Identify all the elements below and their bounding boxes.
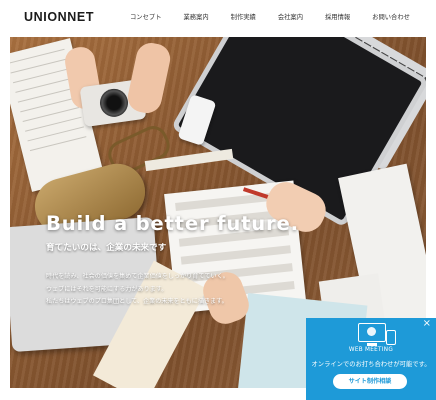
nav-contact[interactable]: お問い合わせ <box>372 12 410 21</box>
description-line: 時代を読み、社会の価値を集めて企業価値をしっかり育てていく。 <box>46 273 229 280</box>
site-header: UNIONNET コンセプト 業務案内 制作実績 会社案内 採用情報 お問い合わ… <box>0 0 436 34</box>
close-icon[interactable]: × <box>423 319 431 329</box>
description-line: ウェブにはそれを可能にする力があります。 <box>46 285 168 293</box>
phone-icon <box>386 330 396 345</box>
site-consultation-button[interactable]: サイト制作相談 <box>333 374 407 389</box>
description-line: 私たちはウェブのプロ集団として、企業の未来をともに描きます。 <box>46 298 228 305</box>
web-meeting-card: × WEB MEETING オンラインでのお打ち合わせが可能です。 サイト制作相… <box>306 318 436 400</box>
nav-company[interactable]: 会社案内 <box>278 12 303 21</box>
web-meeting-label: WEB MEETING <box>348 347 394 353</box>
web-meeting-text: オンラインでのお打ち合わせが可能です。 <box>311 361 431 368</box>
nav-recruit[interactable]: 採用情報 <box>325 12 350 21</box>
nav-works[interactable]: 制作実績 <box>231 12 256 21</box>
main-nav: コンセプト 業務案内 制作実績 会社案内 採用情報 お問い合わせ <box>130 12 410 21</box>
logo[interactable]: UNIONNET <box>24 10 94 24</box>
nav-concept[interactable]: コンセプト <box>130 12 161 21</box>
monitor-icon <box>358 323 386 346</box>
hero-description: 時代を読み、社会の価値を集めて企業価値をしっかり育てていく。 ウェブにはそれを可… <box>46 271 256 309</box>
hero-subtagline: 育てたいのは、企業の未来です <box>46 243 167 253</box>
nav-services[interactable]: 業務案内 <box>183 12 208 21</box>
hero-tagline: Build a better future. <box>46 212 299 235</box>
